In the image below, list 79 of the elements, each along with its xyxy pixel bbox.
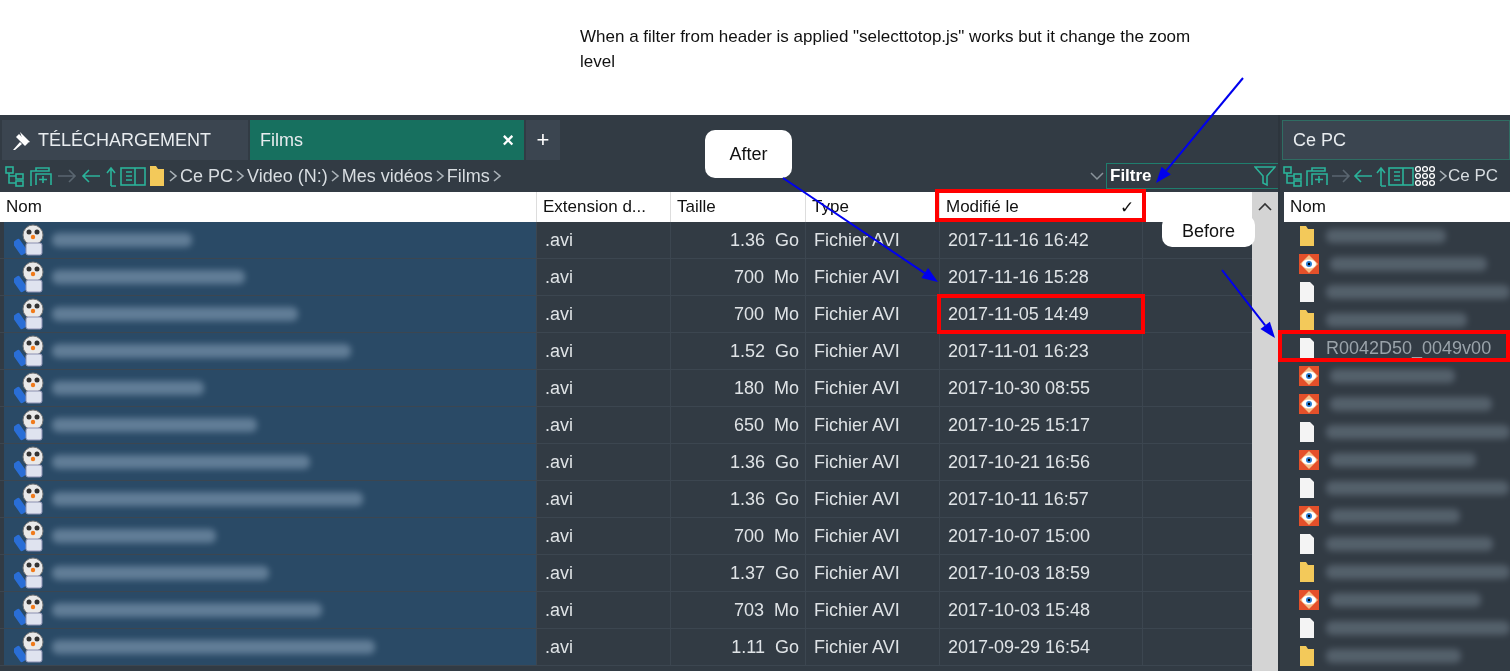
table-cell: Go bbox=[775, 229, 799, 251]
breadcrumb-item[interactable]: Films bbox=[446, 165, 490, 187]
close-icon[interactable]: × bbox=[502, 128, 514, 152]
table-cell: 700 bbox=[733, 303, 764, 325]
table-cell: .avi bbox=[537, 407, 671, 443]
breadcrumb-item[interactable]: Video (N:) bbox=[247, 165, 328, 187]
table-cell: Fichier AVI bbox=[806, 222, 940, 258]
callout-label: After bbox=[705, 130, 792, 178]
table-cell: 2017-11-16 15:28 bbox=[940, 259, 1143, 295]
table-cell: .avi bbox=[537, 444, 671, 480]
new-tab-button[interactable]: + bbox=[526, 120, 560, 160]
file-name[interactable]: R0042D50_0049v00 bbox=[1326, 337, 1492, 359]
table-cell: Fichier AVI bbox=[806, 629, 940, 665]
table-cell: .avi bbox=[537, 222, 671, 258]
filter-field[interactable]: Filtre bbox=[1106, 163, 1278, 189]
table-cell: 2017-10-21 16:56 bbox=[940, 444, 1143, 480]
table-cell: 2017-11-05 14:49 bbox=[940, 296, 1143, 332]
table-cell: Fichier AVI bbox=[806, 555, 940, 591]
tab[interactable]: TÉLÉCHARGEMENT bbox=[2, 120, 248, 160]
table-cell: 2017-10-03 15:48 bbox=[940, 592, 1143, 628]
table-cell: .avi bbox=[537, 370, 671, 406]
column-label: Modifié le bbox=[946, 197, 1019, 217]
table-cell: 1.36 bbox=[729, 229, 765, 251]
table-cell: Mo bbox=[774, 266, 799, 288]
table-cell: Go bbox=[775, 451, 799, 473]
table-cell: .avi bbox=[537, 592, 671, 628]
table-cell: 700 bbox=[733, 266, 764, 288]
table-cell: Go bbox=[775, 340, 799, 362]
breadcrumb-item[interactable]: Ce PC bbox=[1448, 166, 1499, 186]
table-cell: 1.36 bbox=[729, 451, 765, 473]
breadcrumb-item[interactable]: Ce PC bbox=[180, 165, 233, 187]
table-cell: 1.36 bbox=[729, 488, 765, 510]
checkmark-icon: ✓ bbox=[1120, 196, 1134, 218]
table-cell: .avi bbox=[537, 629, 671, 665]
table-cell: Fichier AVI bbox=[806, 481, 940, 517]
table-cell: .avi bbox=[537, 518, 671, 554]
table-cell: 1.37 bbox=[729, 562, 765, 584]
table-cell: 650 bbox=[733, 414, 764, 436]
table-cell: Mo bbox=[774, 525, 799, 547]
table-cell: Fichier AVI bbox=[806, 407, 940, 443]
table-cell: .avi bbox=[537, 481, 671, 517]
table-cell: 2017-11-01 16:23 bbox=[940, 333, 1143, 369]
tab[interactable]: Films × bbox=[250, 120, 524, 160]
table-cell: Mo bbox=[774, 414, 799, 436]
table-cell: .avi bbox=[537, 259, 671, 295]
table-cell: 1.52 bbox=[729, 340, 765, 362]
tab[interactable]: Ce PC bbox=[1282, 120, 1510, 160]
table-cell: Go bbox=[775, 488, 799, 510]
table-cell: Fichier AVI bbox=[806, 592, 940, 628]
table-cell: Go bbox=[775, 636, 799, 658]
table-cell: 180 bbox=[733, 377, 764, 399]
column-header[interactable]: Nom bbox=[1284, 192, 1510, 222]
table-cell: Mo bbox=[774, 599, 799, 621]
table-cell: Fichier AVI bbox=[806, 518, 940, 554]
table-cell: Fichier AVI bbox=[806, 444, 940, 480]
table-cell: 2017-09-29 16:54 bbox=[940, 629, 1143, 665]
table-cell: Fichier AVI bbox=[806, 296, 940, 332]
table-cell: 2017-10-25 15:17 bbox=[940, 407, 1143, 443]
table-cell: 2017-10-30 08:55 bbox=[940, 370, 1143, 406]
table-cell: 700 bbox=[733, 525, 764, 547]
table-cell: .avi bbox=[537, 333, 671, 369]
table-cell: 2017-11-16 16:42 bbox=[940, 222, 1143, 258]
table-cell: .avi bbox=[537, 296, 671, 332]
table-cell: 1.11 bbox=[731, 636, 765, 658]
table-cell: Mo bbox=[774, 377, 799, 399]
table-cell: 2017-10-11 16:57 bbox=[940, 481, 1143, 517]
table-cell: Fichier AVI bbox=[806, 333, 940, 369]
column-header[interactable]: Extension d... bbox=[537, 192, 671, 222]
annotation-note: When a filter from header is applied "selecttotop.js" works but it change the zoom level bbox=[580, 26, 1192, 73]
table-cell: .avi bbox=[537, 555, 671, 591]
table-cell: Fichier AVI bbox=[806, 370, 940, 406]
table-cell: Go bbox=[775, 562, 799, 584]
table-cell: 2017-10-03 18:59 bbox=[940, 555, 1143, 591]
callout-label: Before bbox=[1162, 215, 1255, 247]
column-header[interactable]: Taille bbox=[671, 192, 806, 222]
table-cell: 2017-10-07 15:00 bbox=[940, 518, 1143, 554]
table-cell: Mo bbox=[774, 303, 799, 325]
breadcrumb-item[interactable]: Mes vidéos bbox=[341, 165, 433, 187]
table-cell: 703 bbox=[733, 599, 764, 621]
